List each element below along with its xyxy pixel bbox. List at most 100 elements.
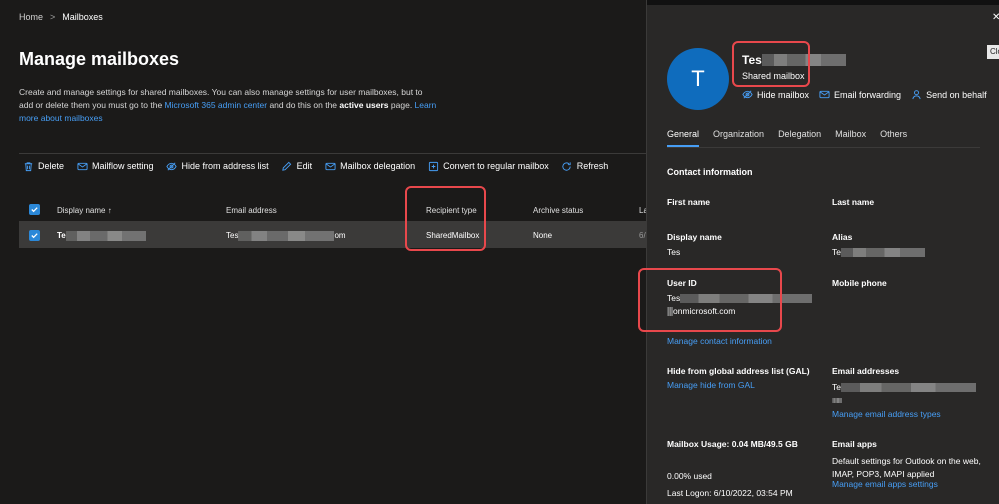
panel-top-strip: [647, 0, 999, 5]
send-on-behalf-label: Send on behalf: [926, 89, 987, 100]
active-users-text: active users: [339, 100, 389, 110]
first-name-label: First name: [667, 197, 710, 207]
alias-text: Te: [832, 247, 841, 257]
mailbox-usage-label: Mailbox Usage: 0.04 MB/49.5 GB: [667, 439, 798, 449]
hide-mailbox-button[interactable]: Hide mailbox: [742, 89, 809, 100]
edit-label: Edit: [296, 161, 313, 171]
eye-hide-icon: [166, 160, 178, 172]
mail-icon: [324, 160, 336, 172]
usage-percent: 0.00% used: [667, 471, 712, 481]
toolbar-divider: [19, 153, 646, 154]
email-addresses-label: Email addresses: [832, 366, 900, 376]
breadcrumb-home[interactable]: Home: [19, 12, 43, 22]
tab-mailbox[interactable]: Mailbox: [835, 129, 866, 147]
convert-label: Convert to regular mailbox: [443, 161, 549, 171]
manage-email-types-link[interactable]: Manage email address types: [832, 409, 941, 419]
page-description: Create and manage settings for shared ma…: [19, 86, 439, 125]
redacted-block: [65, 231, 146, 241]
select-all-checkbox[interactable]: [29, 204, 40, 215]
redacted-block: [840, 248, 925, 258]
description-text: and do this on the: [267, 100, 340, 110]
refresh-label: Refresh: [576, 161, 609, 171]
row-checkbox[interactable]: [29, 230, 40, 241]
mail-settings-icon: [76, 160, 88, 172]
table-header: Display name ↑ Email address Recipient t…: [19, 198, 648, 222]
row-email-suffix: om: [334, 231, 346, 241]
panel-actions: Hide mailbox Email forwarding Send on be…: [742, 89, 997, 100]
sort-ascending-icon: ↑: [107, 206, 112, 215]
tab-delegation[interactable]: Delegation: [778, 129, 821, 147]
row-display-name: Te: [57, 231, 146, 241]
mailflow-label: Mailflow setting: [92, 161, 154, 171]
hide-from-address-list-button[interactable]: Hide from address list: [166, 160, 269, 172]
checkmark-icon: [31, 233, 38, 239]
edit-button[interactable]: Edit: [281, 160, 313, 172]
description-text: page.: [388, 100, 415, 110]
tab-organization[interactable]: Organization: [713, 129, 764, 147]
mailflow-setting-button[interactable]: Mailflow setting: [76, 160, 154, 172]
admin-center-link[interactable]: Microsoft 365 admin center: [165, 100, 268, 110]
col-email-address[interactable]: Email address: [226, 206, 277, 215]
convert-icon: [427, 160, 439, 172]
row-email-text: Tes: [226, 231, 239, 241]
delete-label: Delete: [38, 161, 65, 171]
refresh-icon: [561, 160, 573, 172]
highlight-user-id: [638, 268, 782, 332]
table-row[interactable]: Te Tes om SharedMailbox None 6/: [19, 222, 646, 248]
last-logon: Last Logon: 6/10/2022, 03:54 PM: [667, 488, 793, 498]
email-apps-label: Email apps: [832, 439, 877, 449]
trash-icon: [22, 160, 34, 172]
tabs-divider: [667, 147, 980, 148]
email-addresses-text: Te: [832, 382, 841, 392]
redacted-block: [840, 383, 976, 393]
email-forwarding-button[interactable]: Email forwarding: [819, 89, 901, 100]
breadcrumb-current: Mailboxes: [62, 12, 103, 22]
row-last-col: 6/: [639, 231, 646, 240]
highlight-recipient-type: [405, 186, 486, 251]
close-icon[interactable]: ✕: [992, 12, 999, 23]
breadcrumb: Home > Mailboxes: [19, 12, 103, 22]
col-display-name-label: Display name: [57, 206, 106, 215]
hide-mailbox-label: Hide mailbox: [757, 89, 810, 100]
hide-gal-label: Hide from global address list (GAL): [667, 366, 810, 376]
toolbar: Delete Mailflow setting Hide from addres…: [22, 160, 620, 172]
hide-label: Hide from address list: [181, 161, 269, 171]
alias-value: Te: [832, 246, 925, 259]
redacted-block: [238, 231, 335, 241]
manage-email-apps-link[interactable]: Manage email apps settings: [832, 479, 938, 489]
mailbox-table: Display name ↑ Email address Recipient t…: [19, 198, 648, 248]
row-email: Tes om: [226, 231, 346, 241]
manage-contact-link[interactable]: Manage contact information: [667, 336, 772, 346]
mail-icon: [819, 89, 830, 100]
manage-hide-gal-link[interactable]: Manage hide from GAL: [667, 380, 755, 390]
tab-general[interactable]: General: [667, 129, 700, 147]
last-name-label: Last name: [832, 197, 875, 207]
email-apps-value: Default settings for Outlook on the web,…: [832, 456, 981, 479]
panel-tabs: General Organization Delegation Mailbox …: [667, 129, 921, 147]
col-display-name[interactable]: Display name ↑: [57, 206, 112, 215]
main-page: Home > Mailboxes Manage mailboxes Create…: [0, 0, 648, 504]
delegation-label: Mailbox delegation: [340, 161, 416, 171]
redacted-block: [832, 398, 842, 404]
email-addresses-value: Te: [832, 381, 976, 407]
checkmark-icon: [31, 207, 38, 213]
display-name-text: Tes: [667, 247, 681, 257]
mailbox-delegation-button[interactable]: Mailbox delegation: [324, 160, 415, 172]
refresh-button[interactable]: Refresh: [561, 160, 609, 172]
avatar: T: [667, 48, 729, 110]
tab-others[interactable]: Others: [880, 129, 907, 147]
page-title: Manage mailboxes: [19, 49, 180, 69]
send-on-behalf-button[interactable]: Send on behalf: [911, 89, 987, 100]
pencil-icon: [281, 160, 293, 172]
row-name-text: Te: [57, 231, 66, 241]
display-name-label: Display name: [667, 232, 722, 242]
row-archive-status: None: [533, 231, 553, 240]
email-forwarding-label: Email forwarding: [834, 89, 902, 100]
mailbox-details-panel: ✕ Clo T Tes Shared mailbox Hide mailbox …: [638, 0, 999, 504]
highlight-mailbox-type: [732, 41, 810, 87]
eye-hide-icon: [742, 89, 753, 100]
col-archive-status[interactable]: Archive status: [533, 206, 583, 215]
convert-to-regular-button[interactable]: Convert to regular mailbox: [427, 160, 549, 172]
breadcrumb-separator: >: [50, 12, 56, 22]
delete-button[interactable]: Delete: [22, 160, 64, 172]
